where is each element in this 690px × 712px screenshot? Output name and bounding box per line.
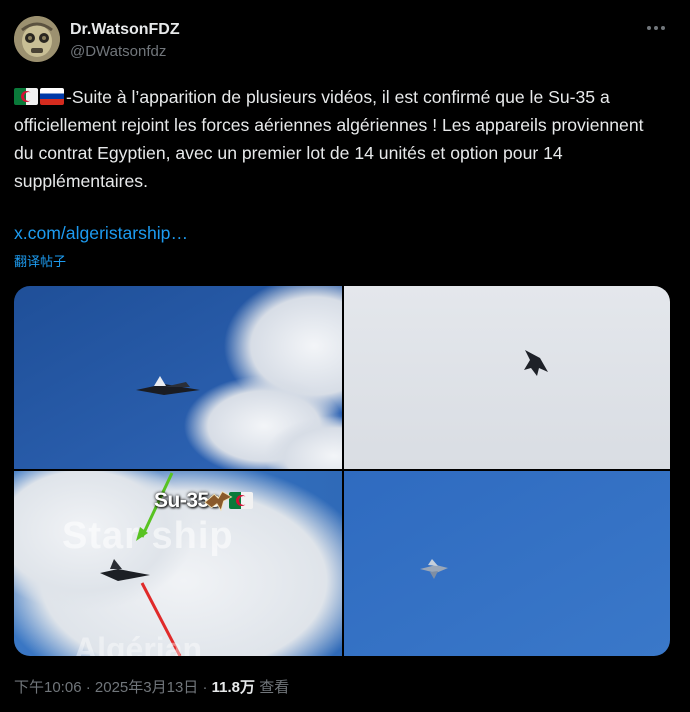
tweet-text: -Suite à l’apparition de plusieurs vidéo…	[14, 83, 664, 195]
jet-sky-photo-4	[344, 471, 670, 656]
tweet-date[interactable]: 2025年3月13日	[95, 679, 198, 696]
meta-separator: ·	[202, 679, 208, 696]
avatar[interactable]	[14, 16, 60, 62]
user-handle[interactable]: @DWatsonfdz	[70, 42, 180, 62]
jet-sky-photo-2	[344, 286, 670, 469]
eagle-icon	[204, 491, 283, 512]
media-image-4[interactable]	[344, 471, 670, 656]
tweet-body: -Suite à l’apparition de plusieurs vidéo…	[14, 87, 644, 191]
meta-separator: ·	[85, 679, 91, 696]
tweet-time[interactable]: 下午10:06	[14, 679, 82, 696]
algeria-flag-icon	[14, 88, 38, 105]
tweet-link[interactable]: x.com/algeristarship…	[14, 221, 188, 245]
watermark-starship: Star ship	[62, 515, 234, 557]
media-image-1[interactable]	[14, 286, 342, 469]
more-dots-icon	[647, 26, 665, 30]
display-name[interactable]: Dr.WatsonFDZ	[70, 20, 180, 40]
more-options-button[interactable]	[642, 18, 670, 38]
translate-post-link[interactable]: 翻译帖子	[14, 253, 66, 271]
media-grid: Star ship Algérian Su-35s	[14, 286, 670, 656]
masked-character-avatar-icon	[14, 16, 60, 62]
tweet-header: Dr.WatsonFDZ @DWatsonfdz	[14, 16, 676, 68]
media-image-3[interactable]: Star ship Algérian Su-35s	[14, 471, 342, 656]
russia-flag-icon	[40, 88, 64, 105]
watermark-algerian: Algérian	[74, 631, 203, 656]
overlay-label: Su-35s	[154, 489, 283, 513]
views-label: 查看	[259, 679, 290, 696]
views-count: 11.8万	[211, 679, 256, 696]
media-image-2[interactable]	[344, 286, 670, 469]
tweet-meta: 下午10:06 · 2025年3月13日 · 11.8万 查看	[14, 678, 289, 698]
jet-sky-photo-1	[14, 286, 342, 469]
